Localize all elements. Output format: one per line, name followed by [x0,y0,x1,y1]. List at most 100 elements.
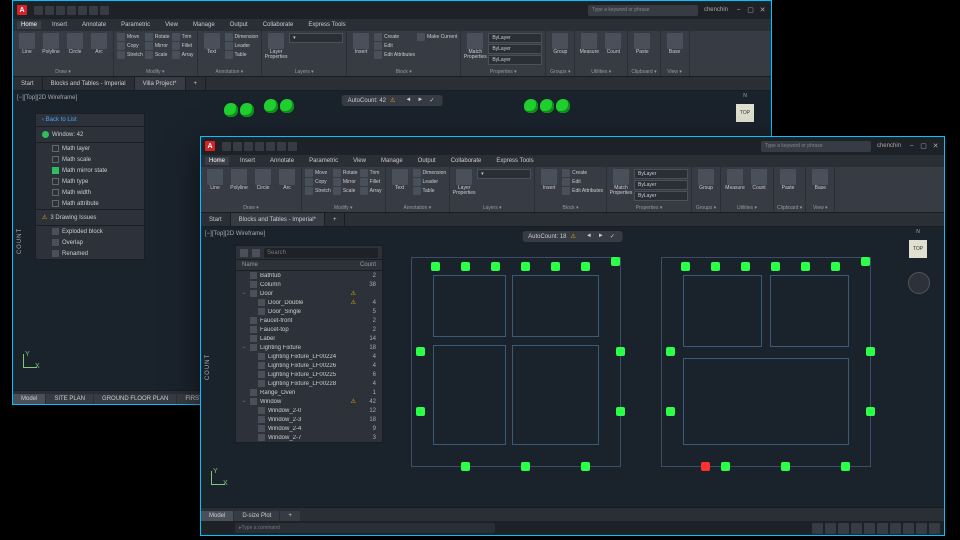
layout-add[interactable]: + [280,511,300,521]
expand-icon[interactable]: − [242,399,250,405]
create-button[interactable]: Create [374,33,415,41]
tab-parametric[interactable]: Parametric [305,157,342,165]
stretch-button[interactable]: Stretch [305,187,331,195]
trim-button[interactable]: Trim [172,33,194,41]
count-row[interactable]: Column38 [236,280,382,289]
match-row[interactable]: Math mirror state [36,165,144,176]
match-row[interactable]: Math layer [36,143,144,154]
checkbox-icon[interactable] [52,178,59,185]
tab-home[interactable]: Home [17,21,41,29]
measure-button[interactable]: Measure [724,169,746,191]
array-button[interactable]: Array [360,187,382,195]
checkbox-icon[interactable] [52,145,59,152]
drawing-canvas[interactable]: [−][Top][2D Wireframe] AutoCount: 18 ⚠ ◄… [201,227,944,507]
count-row[interactable]: Lighting Fixture_LF002256 [236,370,382,379]
quick-access-toolbar[interactable] [222,142,297,151]
status-button[interactable] [903,523,914,534]
layout-model[interactable]: Model [13,394,45,404]
circle-button[interactable]: Circle [64,33,86,55]
command-input[interactable]: ▸ Type a command [235,523,495,533]
makecurrent-button[interactable]: Make Current [417,33,457,41]
checkbox-icon[interactable] [52,200,59,207]
polyline-button[interactable]: Polyline [40,33,62,55]
count-row[interactable]: Faucet-front2 [236,316,382,325]
tab-view[interactable]: View [349,157,370,165]
issue-row[interactable]: Overlap [36,237,144,248]
paste-button[interactable]: Paste [777,169,799,191]
layout-ground[interactable]: GROUND FLOOR PLAN [94,394,176,404]
table-button[interactable]: Table [225,51,259,59]
issue-row[interactable]: Renamed [36,248,144,259]
navigation-wheel[interactable] [908,272,930,294]
autocount-toolbar[interactable]: AutoCount: 18 ⚠ ◄►✓ [522,231,623,242]
checkbox-icon[interactable] [52,156,59,163]
viewport-label[interactable]: [−][Top][2D Wireframe] [17,95,77,101]
count-row[interactable]: Door_Double⚠4 [236,298,382,307]
status-button[interactable] [916,523,927,534]
count-row[interactable]: Lighting Fixture_LF002244 [236,352,382,361]
close-button[interactable]: ✓ [427,97,436,104]
circle-button[interactable]: Circle [252,169,274,191]
tab-insert[interactable]: Insert [236,157,259,165]
base-button[interactable]: Base [664,33,686,55]
tab-express[interactable]: Express Tools [304,21,349,29]
scale-button[interactable]: Scale [333,187,358,195]
match-row[interactable]: Math type [36,176,144,187]
copy-button[interactable]: Copy [305,178,331,186]
layout-site[interactable]: SITE PLAN [46,394,93,404]
table-button[interactable]: Table [413,187,447,195]
status-button[interactable] [812,523,823,534]
status-button[interactable] [929,523,940,534]
next-button[interactable]: ► [596,233,606,240]
search-input[interactable]: Type a keyword or phrase [761,141,871,152]
count-row[interactable]: Range_Oven1 [236,388,382,397]
create-button[interactable]: Create [562,169,603,177]
layer-combo[interactable]: ▾ [289,33,343,43]
text-button[interactable]: Text [201,33,223,55]
quick-access-toolbar[interactable] [34,6,109,15]
count-row[interactable]: Window_2-012 [236,406,382,415]
close-button[interactable]: ✓ [608,233,617,240]
insert-button[interactable]: Insert [538,169,560,191]
count-row[interactable]: Window_2-318 [236,415,382,424]
viewport-label[interactable]: [−][Top][2D Wireframe] [205,231,265,237]
move-button[interactable]: Move [117,33,143,41]
tab-annotate[interactable]: Annotate [266,157,298,165]
array-button[interactable]: Array [172,51,194,59]
arc-button[interactable]: Arc [88,33,110,55]
count-row[interactable]: Lighting Fixture_LF002264 [236,361,382,370]
count-row[interactable]: Lighting Fixture_LF002284 [236,379,382,388]
window-controls[interactable]: −▢✕ [907,142,940,151]
next-button[interactable]: ► [415,97,425,104]
copy-button[interactable]: Copy [117,42,143,50]
match-row[interactable]: Math width [36,187,144,198]
search-input[interactable]: Search [264,248,378,258]
count-row[interactable]: Window_2-49 [236,424,382,433]
count-row[interactable]: −Door⚠ [236,289,382,298]
editattr-button[interactable]: Edit Attributes [374,51,415,59]
issue-row[interactable]: Exploded block [36,226,144,237]
base-button[interactable]: Base [809,169,831,191]
line-button[interactable]: Line [204,169,226,191]
leader-button[interactable]: Leader [225,42,259,50]
prev-button[interactable]: ◄ [403,97,413,104]
fillet-button[interactable]: Fillet [360,178,382,186]
status-button[interactable] [890,523,901,534]
doctab-start[interactable]: Start [201,213,231,226]
match-properties-button[interactable]: Match Properties [464,33,486,60]
rotate-button[interactable]: Rotate [333,169,358,177]
doctab-add[interactable]: + [186,77,207,90]
doctab-blocks[interactable]: Blocks and Tables - Imperial* [231,213,325,226]
count-tab-label[interactable]: COUNT [205,354,211,380]
edit-button[interactable]: Edit [562,178,603,186]
expand-icon[interactable] [252,249,260,257]
tab-express[interactable]: Express Tools [492,157,537,165]
doctab-blocks[interactable]: Blocks and Tables - Imperial [43,77,135,90]
layout-dsize[interactable]: D-size Plot [234,511,279,521]
search-input[interactable]: Type a keyword or phrase [588,5,698,16]
mirror-button[interactable]: Mirror [145,42,170,50]
col-name[interactable]: Name [242,262,350,268]
filter-icon[interactable] [240,249,248,257]
mirror-button[interactable]: Mirror [333,178,358,186]
viewcube[interactable]: NTOP [731,99,759,127]
